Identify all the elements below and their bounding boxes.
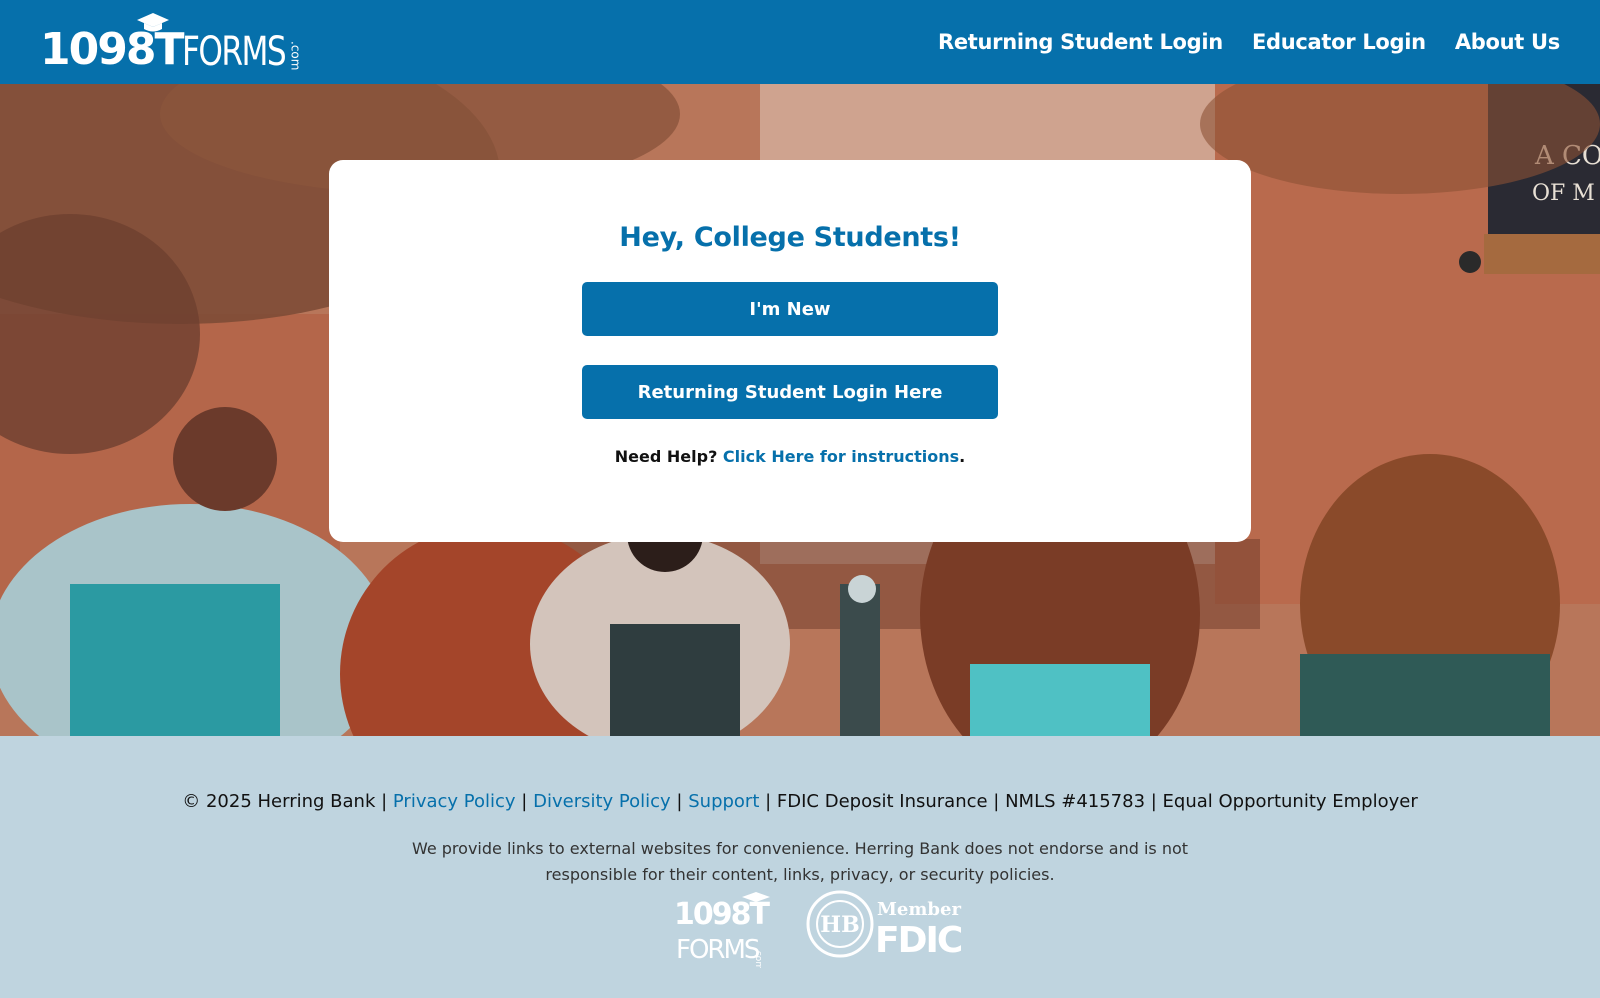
footer-logo-word: FORMS [676, 935, 760, 965]
footer-legal-rest: | FDIC Deposit Insurance | NMLS #415783 … [765, 791, 1418, 812]
footer-separator: | [521, 791, 528, 812]
hero-photo: A CO OF M Hey, College Students! I'm New… [0, 84, 1600, 736]
footer-logos: 1098T FORMS .com HB Member FDIC [674, 890, 964, 968]
privacy-policy-link[interactable]: Privacy Policy [393, 791, 516, 812]
nav-educator-login[interactable]: Educator Login [1252, 30, 1426, 54]
site-logo[interactable]: 1098T FORMS .com [40, 12, 303, 72]
main-nav: Returning Student Login Educator Login A… [938, 30, 1560, 54]
help-instructions-link[interactable]: Click Here for instructions [723, 447, 959, 466]
returning-student-login-button[interactable]: Returning Student Login Here [582, 365, 998, 419]
fdic-label: FDIC [875, 920, 962, 961]
help-suffix: . [959, 447, 966, 466]
im-new-button[interactable]: I'm New [582, 282, 998, 336]
footer-copyright: © 2025 Herring Bank | [182, 791, 388, 812]
card-title: Hey, College Students! [619, 222, 961, 253]
support-link[interactable]: Support [688, 791, 759, 812]
help-prefix: Need Help? [614, 447, 718, 466]
student-login-card: Hey, College Students! I'm New Returning… [329, 160, 1251, 542]
logo-word: FORMS [182, 29, 287, 75]
svg-text:HB: HB [820, 912, 859, 938]
site-header: 1098T FORMS .com Returning Student Login… [0, 0, 1600, 84]
site-footer: © 2025 Herring Bank | Privacy Policy | D… [0, 736, 1600, 998]
footer-legal-line: © 2025 Herring Bank | Privacy Policy | D… [0, 791, 1600, 812]
footer-logo-number: 1098T [674, 897, 770, 932]
member-label: Member [877, 899, 961, 920]
member-fdic-logo: Member FDIC [875, 899, 964, 961]
help-text: Need Help? Click Here for instructions. [329, 447, 1251, 466]
herring-bank-seal-icon: HB [806, 890, 874, 958]
nav-about-us[interactable]: About Us [1455, 30, 1560, 54]
footer-separator: | [676, 791, 683, 812]
graduation-cap-icon [137, 13, 169, 32]
diversity-policy-link[interactable]: Diversity Policy [533, 791, 671, 812]
nav-returning-student-login[interactable]: Returning Student Login [938, 30, 1223, 54]
footer-logo-suffix: .com [753, 948, 763, 968]
logo-suffix: .com [288, 40, 303, 70]
external-links-disclaimer: We provide links to external websites fo… [411, 839, 1189, 884]
footer-1098t-logo: 1098T FORMS .com [674, 892, 772, 968]
banner-line-2: OF M [1532, 181, 1595, 206]
logo-number: 1098T [40, 24, 184, 75]
